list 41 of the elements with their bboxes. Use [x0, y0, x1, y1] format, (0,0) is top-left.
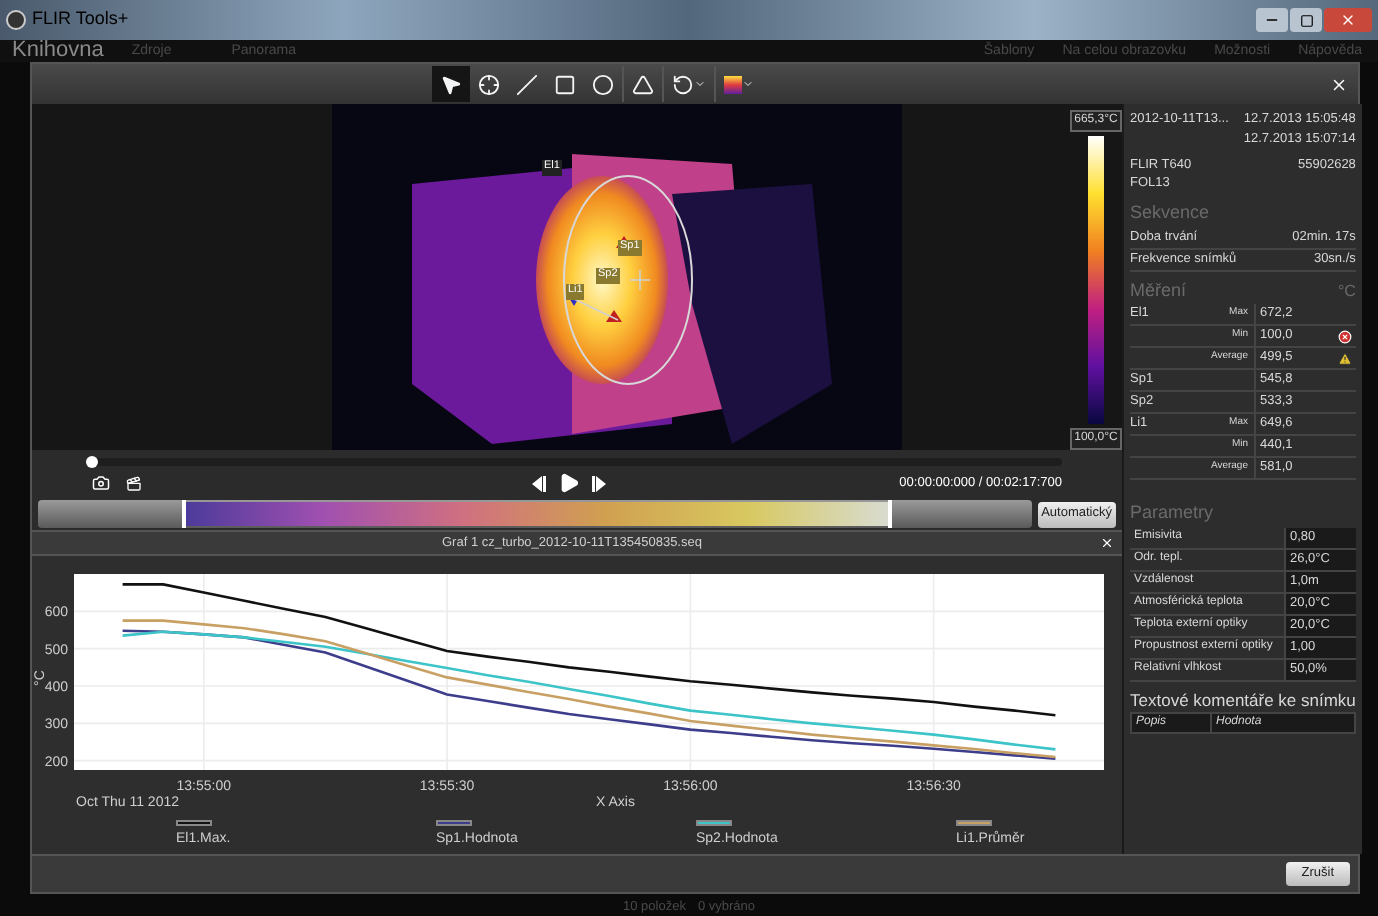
- circle-icon: [592, 73, 614, 95]
- unit-label: °C: [1337, 280, 1356, 304]
- legend-swatch: [436, 820, 472, 826]
- palette-icon: [724, 75, 742, 93]
- step-back-icon[interactable]: [532, 475, 546, 491]
- section-title: Sekvence: [1130, 200, 1212, 226]
- line-icon: [516, 73, 538, 95]
- play-icon[interactable]: [558, 472, 580, 494]
- minimize-button[interactable]: [1256, 8, 1288, 32]
- graph-close-button[interactable]: [1100, 536, 1114, 551]
- close-icon: [1330, 75, 1348, 93]
- range-high-handle[interactable]: [887, 500, 892, 529]
- camera-icon[interactable]: [92, 474, 110, 492]
- legend-swatch: [176, 820, 212, 826]
- close-icon: [1340, 12, 1356, 28]
- clapperboard-icon[interactable]: [126, 475, 142, 491]
- triangle-icon: [632, 73, 654, 95]
- timeline-thumb[interactable]: [86, 456, 98, 468]
- window-title: FLIR Tools+: [32, 6, 129, 33]
- maximize-button[interactable]: [1290, 8, 1322, 32]
- app-logo-icon: [6, 10, 26, 30]
- rotate-icon: [672, 73, 694, 95]
- section-title: Měření: [1130, 277, 1187, 303]
- tool-button[interactable]: [432, 66, 470, 102]
- range-low-handle[interactable]: [182, 500, 186, 529]
- rectangle-icon: [554, 73, 576, 95]
- caret-icon: [742, 78, 754, 90]
- warning-icon: [1338, 351, 1353, 365]
- pointer-icon: [440, 73, 462, 95]
- error-icon: [1338, 329, 1353, 343]
- maximize-icon: [1299, 13, 1313, 27]
- legend-swatch: [956, 820, 992, 826]
- section-title: Parametry: [1130, 500, 1216, 526]
- section-title: Textové komentáře ke snímku: [1130, 687, 1356, 713]
- nav-tab[interactable]: Knihovna: [12, 40, 104, 62]
- dialog-close-button[interactable]: [1330, 75, 1348, 93]
- close-icon: [1100, 536, 1114, 551]
- step-forward-icon[interactable]: [592, 475, 606, 491]
- legend-swatch: [696, 820, 732, 826]
- crosshair-icon: [478, 73, 500, 95]
- caret-icon: [694, 78, 706, 90]
